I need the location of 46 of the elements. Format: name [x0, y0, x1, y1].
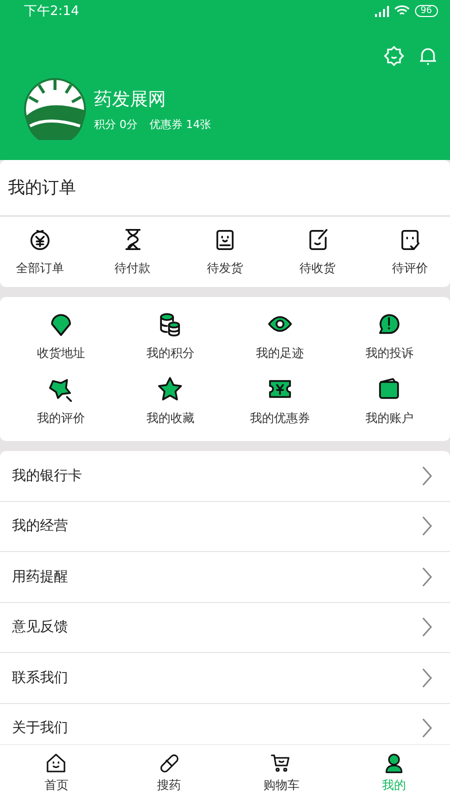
service-link[interactable]: 我的积分 — [146, 345, 194, 362]
chevron-right-icon — [422, 668, 432, 688]
service-link[interactable]: 我的评价 — [36, 410, 85, 427]
menu-item[interactable]: 我的经营 — [12, 517, 68, 536]
order-status-link[interactable]: 待评价 — [392, 260, 428, 277]
star-icon — [157, 376, 184, 402]
chevron-right-icon — [422, 566, 432, 587]
order-status-link[interactable]: 待发货 — [207, 260, 243, 277]
speech-alert-icon — [376, 311, 402, 337]
menu-item[interactable]: 我的银行卡 — [12, 466, 82, 485]
coupons-text: 优惠券 14张 — [150, 116, 211, 132]
home-icon — [45, 752, 68, 774]
chevron-right-icon — [422, 466, 432, 486]
menu-item[interactable]: 用药提醒 — [12, 568, 68, 586]
menu-item[interactable]: 联系我们 — [12, 668, 68, 687]
order-status-link[interactable]: 待收货 — [300, 260, 336, 277]
battery-level: 96 — [414, 5, 438, 17]
points-text: 积分 0分 — [94, 116, 138, 132]
notification-bell-icon[interactable] — [418, 46, 438, 66]
order-status-link[interactable]: 待付款 — [114, 260, 150, 277]
wifi-icon — [394, 5, 410, 17]
menu-item[interactable]: 意见反馈 — [12, 618, 68, 636]
chevron-right-icon — [422, 617, 432, 638]
orders-title: 我的订单 — [0, 160, 450, 217]
pill-icon — [158, 752, 180, 774]
service-link[interactable]: 我的投诉 — [365, 345, 414, 362]
service-link[interactable]: 收货地址 — [36, 345, 85, 362]
user-name: 药发展网 — [94, 88, 167, 110]
service-link[interactable]: 我的收藏 — [146, 410, 194, 427]
settings-icon[interactable] — [384, 46, 404, 66]
menu-item[interactable]: 关于我们 — [12, 719, 68, 738]
order-status-link[interactable]: 全部订单 — [16, 260, 64, 277]
chevron-right-icon — [422, 718, 432, 738]
nav-tab[interactable]: 购物车 — [236, 745, 326, 800]
star-magnifier-icon — [48, 376, 74, 402]
status-time: 下午2:14 — [24, 3, 80, 20]
cart-icon — [270, 752, 292, 774]
signal-icon — [374, 6, 389, 16]
nav-tab[interactable]: 首页 — [11, 745, 102, 800]
service-link[interactable]: 我的账户 — [365, 410, 414, 427]
logo — [24, 78, 86, 140]
service-link[interactable]: 我的优惠券 — [250, 410, 310, 427]
person-icon — [382, 752, 405, 774]
service-link[interactable]: 我的足迹 — [256, 345, 304, 362]
nav-tab[interactable]: 搜药 — [124, 745, 214, 800]
chevron-right-icon — [422, 516, 432, 536]
